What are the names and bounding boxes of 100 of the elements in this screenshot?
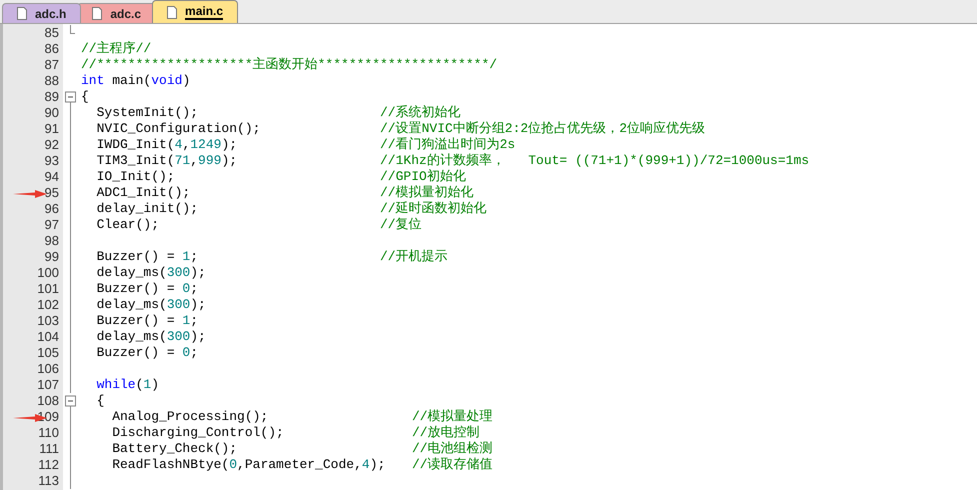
code-comment: //模拟量初始化 [380, 185, 474, 201]
line-number: 95 [44, 185, 59, 201]
code-text: main( [111, 73, 152, 89]
code-text: Clear(); [96, 217, 160, 233]
line-number: 101 [37, 281, 59, 297]
code-comment: //复位 [380, 217, 422, 233]
code-text: IO_Init(); [96, 169, 175, 185]
code-text: TIM3_Init( [96, 153, 175, 169]
code-comment: //GPIO初始化 [380, 169, 466, 185]
line-number: 86 [44, 41, 59, 57]
code-text: IWDG_Init( [96, 137, 175, 153]
code-comment: //1Khz的计数频率， Tout= ((71+1)*(999+1))/72=1000us=1ms [380, 153, 810, 169]
code-text: { [81, 89, 89, 105]
code-text: ; [190, 281, 198, 297]
code-text: Discharging_Control(); [111, 425, 284, 441]
code-comment: //读取存储值 [412, 457, 493, 473]
code-text: Analog_Processing(); [111, 409, 268, 425]
code-comment: //模拟量处理 [412, 409, 493, 425]
code-number: 0 [229, 457, 238, 473]
line-number: 100 [37, 265, 59, 281]
code-text: Buzzer() = [96, 249, 176, 265]
line-number: 112 [38, 457, 59, 473]
line-number: 85 [44, 25, 59, 41]
file-icon [167, 6, 178, 18]
line-number: 91 [44, 121, 59, 137]
file-tab[interactable]: main.c [152, 0, 238, 23]
line-number: 113 [38, 473, 59, 489]
line-number: 111 [39, 441, 59, 457]
line-number: 108 [37, 393, 59, 409]
file-tab[interactable]: adc.h [2, 3, 82, 23]
code-comment: //看门狗溢出时间为2s [380, 137, 516, 153]
fold-toggle[interactable] [65, 393, 76, 409]
code-text: ReadFlashNBtye( [111, 457, 230, 473]
line-number: 92 [44, 137, 59, 153]
line-number: 88 [44, 73, 59, 89]
code-number: 1 [182, 313, 190, 329]
code-number: 1 [143, 377, 152, 393]
code-comment: //主程序// [81, 41, 152, 57]
code-text: ; [190, 313, 198, 329]
file-icon [17, 7, 27, 20]
code-number: 1249 [190, 137, 222, 153]
code-text: ); [221, 137, 238, 153]
code-comment: //放电控制 [412, 425, 480, 441]
fold-toggle[interactable] [65, 89, 76, 105]
line-number: 98 [44, 233, 59, 249]
code-text: ) [182, 73, 190, 89]
code-comment: //********************主函数开始**********************/ [81, 57, 498, 73]
code-text: ); [370, 457, 386, 473]
line-number: 103 [37, 313, 59, 329]
line-number: 93 [44, 153, 59, 169]
code-number: 4 [362, 457, 370, 473]
code-number: 0 [182, 281, 190, 297]
line-number: 106 [37, 361, 59, 377]
code-comment: //电池组检测 [412, 441, 493, 457]
code-text: , [182, 137, 190, 153]
code-text: ( [136, 377, 144, 393]
code-text: Buzzer() = [96, 345, 176, 361]
line-number: 104 [37, 329, 59, 345]
code-text: ADC1_Init(); [96, 185, 190, 201]
code-number: 999 [198, 153, 222, 169]
code-text: delay_init(); [96, 201, 198, 217]
code-number: 0 [182, 345, 190, 361]
code-number: 4 [174, 137, 182, 153]
line-number: 97 [44, 217, 59, 233]
line-number: 110 [38, 425, 59, 441]
code-keyword: while [96, 377, 136, 393]
code-text: ,Parameter_Code, [237, 457, 362, 473]
code-text: ); [190, 297, 206, 313]
file-icon [92, 7, 102, 20]
code-text: NVIC_Configuration(); [96, 121, 260, 137]
code-text: ); [190, 265, 206, 281]
line-number: 89 [44, 89, 59, 105]
line-number: 107 [37, 377, 59, 393]
code-text: ); [190, 329, 206, 345]
code-text: { [96, 393, 104, 409]
code-number: 300 [166, 265, 190, 281]
code-text: Buzzer() = [96, 313, 176, 329]
code-number: 300 [166, 297, 190, 313]
code-comment: //延时函数初始化 [380, 201, 487, 217]
code-text: delay_ms( [96, 329, 167, 345]
code-text: ) [151, 377, 160, 393]
code-text: delay_ms( [96, 297, 167, 313]
line-number: 96 [44, 201, 59, 217]
line-number: 94 [44, 169, 59, 185]
code-text: ; [190, 345, 198, 361]
line-number: 102 [37, 297, 59, 313]
code-number: 300 [166, 329, 190, 345]
line-number: 99 [44, 249, 59, 265]
code-text: ; [190, 249, 198, 265]
line-number: 105 [37, 345, 59, 361]
code-text: Battery_Check(); [111, 441, 238, 457]
code-text: SystemInit(); [96, 105, 198, 121]
line-number: 90 [44, 105, 59, 121]
code-keyword: void [151, 73, 182, 89]
code-text: Buzzer() = [96, 281, 176, 297]
code-text: , [190, 153, 198, 169]
code-comment: //设置NVIC中断分组2:2位抢占优先级，2位响应优先级 [380, 121, 706, 137]
line-number: 87 [44, 57, 59, 73]
code-text: ); [221, 153, 238, 169]
code-number: 1 [182, 249, 190, 265]
